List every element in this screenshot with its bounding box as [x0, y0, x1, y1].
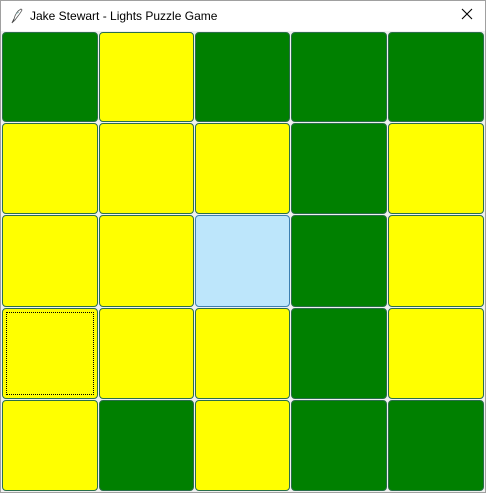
- close-button[interactable]: [449, 1, 485, 31]
- light-cell-r2-c2[interactable]: [99, 123, 194, 214]
- light-cell-r1-c5[interactable]: [388, 32, 484, 122]
- light-cell-r5-c4[interactable]: [291, 400, 387, 491]
- light-cell-r5-c1[interactable]: [2, 400, 98, 491]
- light-cell-r2-c5[interactable]: [388, 123, 484, 214]
- feather-pen-icon: [9, 8, 25, 24]
- light-cell-r4-c3[interactable]: [195, 308, 290, 399]
- light-cell-r5-c2[interactable]: [99, 400, 194, 491]
- title-bar[interactable]: Jake Stewart - Lights Puzzle Game: [1, 1, 485, 31]
- light-cell-r2-c3[interactable]: [195, 123, 290, 214]
- light-cell-r1-c4[interactable]: [291, 32, 387, 122]
- close-icon: [461, 7, 473, 25]
- light-cell-r4-c4[interactable]: [291, 308, 387, 399]
- light-cell-r5-c5[interactable]: [388, 400, 484, 491]
- light-cell-r3-c3[interactable]: [195, 215, 290, 307]
- light-cell-r5-c3[interactable]: [195, 400, 290, 491]
- lights-board: [1, 31, 485, 492]
- light-cell-r4-c1[interactable]: [2, 308, 98, 399]
- light-cell-r3-c4[interactable]: [291, 215, 387, 307]
- light-cell-r1-c3[interactable]: [195, 32, 290, 122]
- light-cell-r2-c4[interactable]: [291, 123, 387, 214]
- light-cell-r2-c1[interactable]: [2, 123, 98, 214]
- light-cell-r3-c2[interactable]: [99, 215, 194, 307]
- focus-indicator: [6, 312, 94, 395]
- app-window: Jake Stewart - Lights Puzzle Game: [0, 0, 486, 493]
- light-cell-r4-c5[interactable]: [388, 308, 484, 399]
- light-cell-r1-c2[interactable]: [99, 32, 194, 122]
- light-cell-r3-c5[interactable]: [388, 215, 484, 307]
- light-cell-r4-c2[interactable]: [99, 308, 194, 399]
- light-cell-r3-c1[interactable]: [2, 215, 98, 307]
- window-title: Jake Stewart - Lights Puzzle Game: [30, 9, 218, 23]
- light-cell-r1-c1[interactable]: [2, 32, 98, 122]
